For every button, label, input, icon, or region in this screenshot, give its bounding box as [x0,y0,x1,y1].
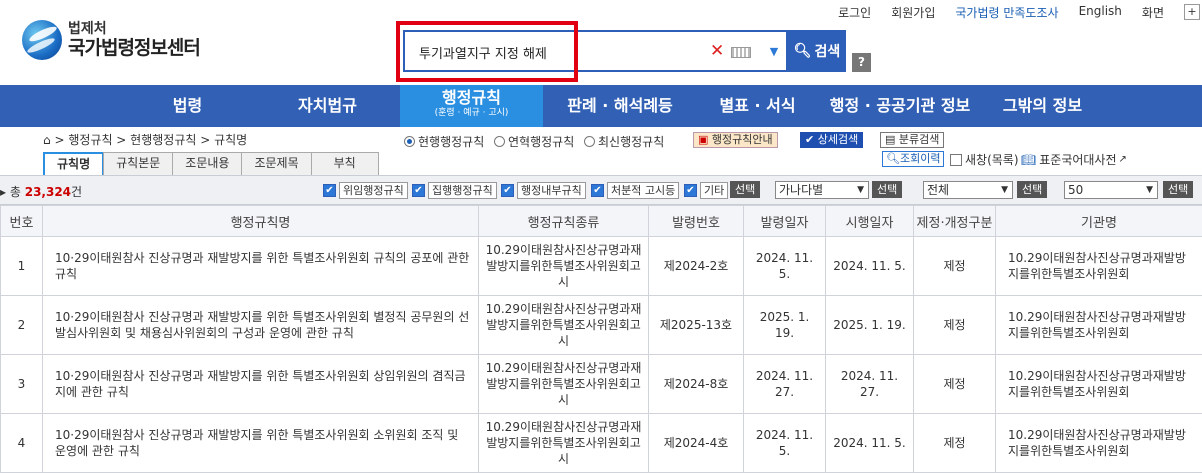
page-size-select-button[interactable]: 선택 [1163,181,1193,198]
nav-admin-rules[interactable]: 행정규칙 (훈령 · 예규 · 고시) [400,85,543,127]
nav-tables-forms[interactable]: 별표 · 서식 [700,85,815,127]
sort-select[interactable]: 가나다별▼ [775,181,869,199]
tab-bar: 규칙명 규칙본문 조문내용 조문제목 부칙 [43,152,378,175]
tab-rule-name[interactable]: 규칙명 [43,152,104,175]
scope-select-button[interactable]: 선택 [1017,181,1047,198]
tab-addenda[interactable]: 부칙 [311,152,379,175]
table-row: 3 10·29이태원참사 진상규명과 재발방지를 위한 특별조사위원회 상임위원… [1,355,1202,414]
col-rule-type[interactable]: 행정규칙종류 [479,206,649,237]
col-amend-type[interactable]: 제정·개정구분 [914,206,996,237]
survey-link[interactable]: 국가법령 만족도조사 [955,4,1058,21]
radio-history-rules[interactable]: 연혁행정규칙 [494,133,574,150]
top-links: 로그인 회원가입 국가법령 만족도조사 English 화면 + [838,4,1202,21]
check-other[interactable]: ✔기타 [684,182,728,199]
chevron-down-icon[interactable]: ▼ [761,38,787,66]
new-window-checkbox[interactable]: 새창(목록) [950,151,1019,168]
rules-guide-button[interactable]: ▣ 행정규칙안내 [693,132,778,148]
nav-other-info[interactable]: 그밖의 정보 [990,85,1095,127]
main-nav: 법령 자치법규 행정규칙 (훈령 · 예규 · 고시) 판례 · 해석례등 별표… [0,85,1202,127]
filter-bar: ▸ 총 23,324건 ✔위임행정규칙 ✔집행행정규칙 ✔행정내부규칙 ✔처분적… [0,175,1202,205]
detail-search-button[interactable]: ✔ 상세검색 [800,132,863,148]
col-issue-number[interactable]: 발령번호 [649,206,744,237]
nav-public-info[interactable]: 행정 · 공공기관 정보 [825,85,975,127]
results-table: 번호 행정규칙명 행정규칙종류 발령번호 발령일자 시행일자 제정·개정구분 기… [0,205,1202,473]
highlight-box [396,21,578,82]
check-dispositive[interactable]: ✔처분적 고시등 [591,182,679,199]
english-link[interactable]: English [1079,4,1122,21]
check-executive[interactable]: ✔집행행정규칙 [412,182,497,199]
search-icon: 🔍︎ [886,152,900,165]
table-header: 번호 행정규칙명 행정규칙종류 발령번호 발령일자 시행일자 제정·개정구분 기… [1,206,1202,237]
nav-local-laws[interactable]: 자치법규 [270,85,385,127]
site-logo[interactable]: 법제처 국가법령정보센터 [22,20,200,60]
table-row: 1 10·29이태원참사 진상규명과 재발방지를 위한 특별조사위원회 규칙의 … [1,237,1202,296]
chevron-down-icon: ▼ [1146,182,1153,198]
logo-ministry: 법제처 [68,21,200,37]
rule-name-link[interactable]: 10·29이태원참사 진상규명과 재발방지를 위한 특별조사위원회 소위원회 조… [43,414,479,473]
nav-precedents[interactable]: 판례 · 해석례등 [555,85,685,127]
type-select-button[interactable]: 선택 [730,181,760,198]
book-icon: 📖︎ [1021,153,1036,167]
breadcrumb: ⌂ > 행정규칙 > 현행행정규칙 > 규칙명 [43,131,247,148]
page-size-select[interactable]: 50▼ [1064,181,1158,199]
search-button[interactable]: 🔍︎ 검색 [788,30,846,72]
col-agency[interactable]: 기관명 [996,206,1202,237]
tab-article-content[interactable]: 조문내용 [172,152,242,175]
search-icon: 🔍︎ [794,43,812,59]
screen-size-label: 화면 [1142,4,1164,21]
col-number[interactable]: 번호 [1,206,43,237]
col-rule-name[interactable]: 행정규칙명 [43,206,479,237]
sort-select-button[interactable]: 선택 [872,181,902,198]
history-button[interactable]: 🔍︎조회이력 [882,151,944,167]
dictionary-link[interactable]: 📖︎표준국어대사전↗ [1021,151,1127,168]
help-button[interactable]: ? [852,53,871,72]
header: 법제처 국가법령정보센터 로그인 회원가입 국가법령 만족도조사 English… [0,0,1202,85]
clear-search-icon[interactable]: ✕ [710,41,724,61]
tab-rule-body[interactable]: 규칙본문 [103,152,173,175]
rule-name-link[interactable]: 10·29이태원참사 진상규명과 재발방지를 위한 특별조사위원회 규칙의 공포… [43,237,479,296]
signup-link[interactable]: 회원가입 [891,4,935,21]
logo-icon [22,20,62,60]
table-row: 4 10·29이태원참사 진상규명과 재발방지를 위한 특별조사위원회 소위원회… [1,414,1202,473]
logo-title: 국가법령정보센터 [68,37,200,59]
rule-name-link[interactable]: 10·29이태원참사 진상규명과 재발방지를 위한 특별조사위원회 별정직 공무… [43,296,479,355]
scope-select[interactable]: 전체▼ [923,181,1013,199]
tree-icon: ▤ [885,133,895,146]
rule-name-link[interactable]: 10·29이태원참사 진상규명과 재발방지를 위한 특별조사위원회 상임위원의 … [43,355,479,414]
login-link[interactable]: 로그인 [838,4,871,21]
keyboard-icon[interactable] [731,47,751,58]
check-delegated[interactable]: ✔위임행정규칙 [323,182,408,199]
tab-article-title[interactable]: 조문제목 [241,152,311,175]
nav-laws[interactable]: 법령 [140,85,235,127]
category-search-button[interactable]: ▤ 분류검색 [880,132,944,148]
total-count: ▸ 총 23,324건 [0,183,82,200]
check-icon: ✔ [805,133,814,146]
pdf-icon: ▣ [698,133,708,146]
external-link-icon: ↗ [1119,154,1127,165]
zoom-in-icon[interactable]: + [1184,4,1200,20]
col-effective-date[interactable]: 시행일자 [826,206,914,237]
chevron-down-icon: ▼ [857,182,864,198]
chevron-down-icon: ▼ [1001,182,1008,198]
check-internal[interactable]: ✔행정내부규칙 [501,182,586,199]
radio-latest-rules[interactable]: 최신행정규칙 [584,133,664,150]
radio-current-rules[interactable]: 현행행정규칙 [404,133,484,150]
table-row: 2 10·29이태원참사 진상규명과 재발방지를 위한 특별조사위원회 별정직 … [1,296,1202,355]
home-icon[interactable]: ⌂ [43,133,51,147]
col-issue-date[interactable]: 발령일자 [744,206,826,237]
